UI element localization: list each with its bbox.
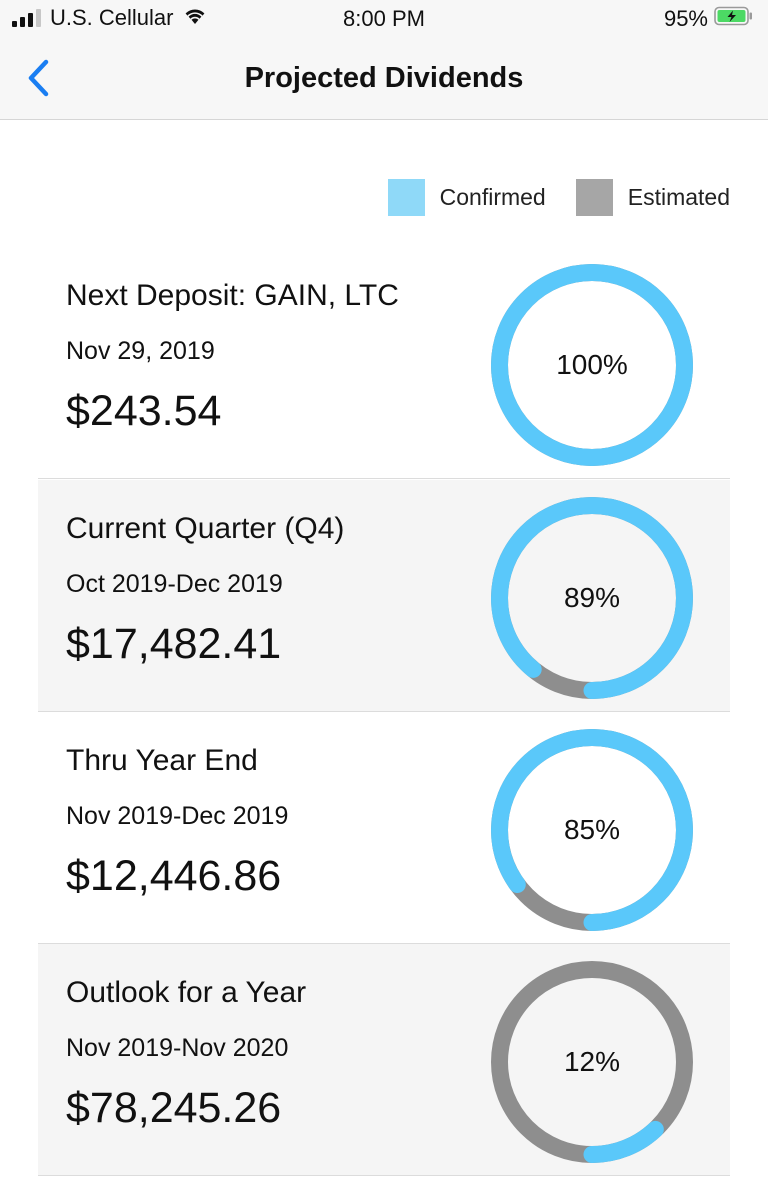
card-title: Current Quarter (Q4)	[66, 512, 345, 545]
card-amount: $78,245.26	[66, 1084, 282, 1132]
ring-percent-label: 12%	[563, 1046, 621, 1077]
legend-swatch-confirmed	[387, 179, 425, 216]
card-date-range: Nov 29, 2019	[66, 337, 215, 365]
card-amount: $17,482.41	[66, 620, 282, 668]
dividend-card-outlook-year[interactable]: Outlook for a Year Nov 2019-Nov 2020 $78…	[38, 944, 730, 1176]
progress-ring: 12%	[490, 960, 694, 1164]
battery-charging-icon	[714, 6, 754, 32]
dividend-card-next-deposit[interactable]: Next Deposit: GAIN, LTC Nov 29, 2019 $24…	[38, 247, 730, 479]
progress-ring: 89%	[490, 496, 694, 700]
status-time: 8:00 PM	[343, 6, 425, 31]
navigation-bar: Projected Dividends	[0, 40, 768, 120]
card-date-range: Nov 2019-Dec 2019	[66, 802, 289, 830]
card-title: Next Deposit: GAIN, LTC	[66, 279, 399, 312]
status-bar: U.S. Cellular 8:00 PM 95%	[0, 0, 768, 40]
card-date-range: Oct 2019-Dec 2019	[66, 570, 283, 598]
progress-ring: 100%	[490, 263, 694, 467]
card-amount: $12,446.86	[66, 852, 282, 900]
progress-ring: 85%	[490, 728, 694, 932]
ring-percent-label: 89%	[563, 582, 621, 613]
legend-swatch-estimated	[575, 179, 613, 216]
legend: Confirmed Estimated	[387, 179, 730, 216]
ring-percent-label: 100%	[556, 349, 628, 380]
battery-percent: 95%	[663, 6, 708, 31]
ring-percent-label: 85%	[563, 814, 621, 845]
card-amount: $243.54	[66, 387, 222, 435]
legend-item-estimated: Estimated	[575, 179, 730, 216]
dividend-card-thru-year-end[interactable]: Thru Year End Nov 2019-Dec 2019 $12,446.…	[38, 712, 730, 944]
status-right: 95%	[664, 6, 754, 32]
legend-label-estimated: Estimated	[627, 184, 730, 210]
legend-item-confirmed: Confirmed	[387, 179, 546, 216]
card-date-range: Nov 2019-Nov 2020	[66, 1034, 289, 1062]
page-title: Projected Dividends	[244, 62, 524, 94]
legend-label-confirmed: Confirmed	[439, 184, 546, 210]
card-title: Outlook for a Year	[66, 976, 307, 1009]
card-title: Thru Year End	[66, 744, 258, 777]
dividend-card-current-quarter[interactable]: Current Quarter (Q4) Oct 2019-Dec 2019 $…	[38, 480, 730, 712]
